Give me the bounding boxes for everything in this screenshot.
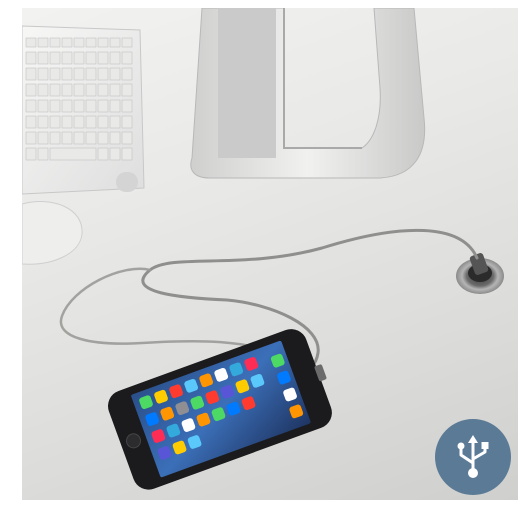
smartphone [108,329,332,490]
product-photo [22,8,518,500]
keyboard [22,25,145,195]
photo-scene [22,8,504,490]
monitor-stand [190,8,426,179]
usb-icon [457,435,489,478]
mouse [22,201,83,265]
usb-badge [435,419,511,495]
desk-grommet [456,253,504,294]
